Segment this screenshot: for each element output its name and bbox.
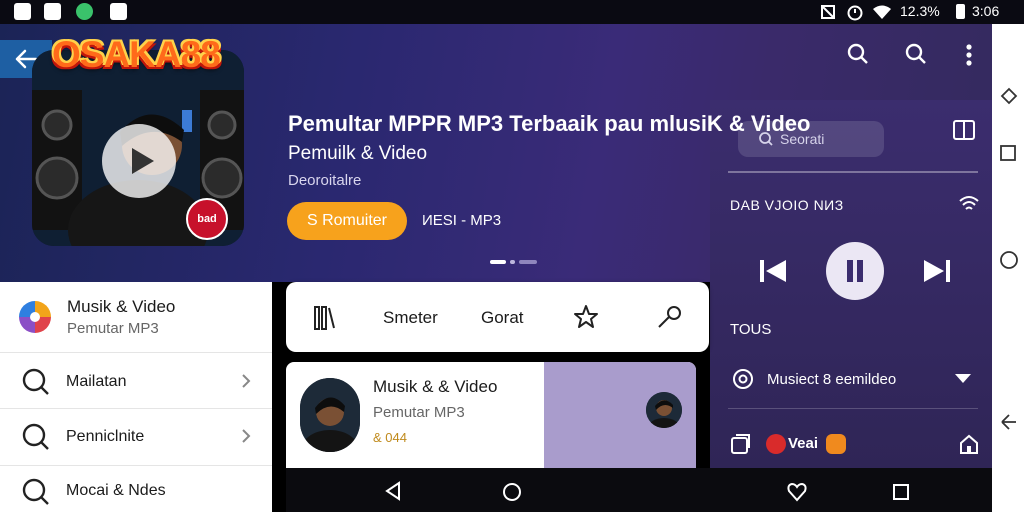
wifi-icon[interactable] <box>958 194 980 214</box>
drawer-item-label: Mailatan <box>66 373 127 390</box>
artist-photo <box>646 392 682 428</box>
square-icon[interactable] <box>892 483 910 501</box>
status-bar: 12.3% 3:06 <box>0 0 1024 24</box>
tab-smeter[interactable]: Smeter <box>383 308 438 328</box>
app-logo-icon <box>19 301 51 333</box>
wifi-status-icon <box>873 5 891 19</box>
carousel-dot[interactable] <box>519 260 537 264</box>
reward-label[interactable]: Veai <box>788 435 818 452</box>
skip-prev-icon[interactable] <box>756 256 790 286</box>
whatsapp-icon <box>76 3 93 20</box>
skip-next-icon[interactable] <box>920 256 954 286</box>
drawer-subtitle: Pemutar MP3 <box>67 320 159 337</box>
app-logo: OSAKA88 <box>52 34 221 75</box>
battery-icon <box>956 4 965 19</box>
app-notification-icon <box>110 3 127 20</box>
card-title: Musik & & Video <box>373 377 498 396</box>
play-button[interactable] <box>102 124 176 198</box>
heart-icon[interactable] <box>786 482 808 502</box>
artist-photo <box>300 378 360 452</box>
card-rating: & 044 <box>373 430 407 445</box>
key-icon[interactable] <box>656 304 684 330</box>
avatar <box>300 378 360 452</box>
avatar[interactable] <box>646 392 682 428</box>
chevron-right-icon <box>242 429 251 443</box>
app-developer: Deoroitalre <box>288 172 362 189</box>
search-input[interactable]: Seorati <box>738 121 884 157</box>
reward-badge-icon <box>826 434 846 454</box>
tab-gorat[interactable]: Gorat <box>481 308 524 328</box>
app-title: Pemultar MPPR MP3 Terbaaik pau mlusiK & … <box>288 111 811 136</box>
play-icon <box>132 148 154 174</box>
library-icon[interactable] <box>312 304 336 332</box>
tools-label: TOUS <box>730 321 772 338</box>
brand-badge: bad <box>186 198 228 240</box>
assist-icon[interactable] <box>999 86 1019 106</box>
app-subtitle: Pemuilk & Video <box>288 143 428 164</box>
chevron-right-icon <box>242 374 251 388</box>
home-icon[interactable] <box>958 433 980 455</box>
search-icon <box>759 132 773 146</box>
search-icon <box>22 368 49 395</box>
card-subtitle: Pemutar MP3 <box>373 404 465 421</box>
app-tagline: ИESI - MP3 <box>422 212 502 229</box>
clock: 3:06 <box>972 3 1000 19</box>
radio-option-label[interactable]: Musiect 8 eemildeo <box>767 371 896 388</box>
square-icon[interactable] <box>999 144 1017 162</box>
back-arrow-icon[interactable] <box>999 412 1019 432</box>
split-view-icon[interactable] <box>952 119 976 141</box>
circle-icon[interactable] <box>999 250 1019 270</box>
battery-percent: 12.3% <box>900 3 940 19</box>
star-icon[interactable] <box>573 304 599 330</box>
image-notification-icon <box>44 3 61 20</box>
triangle-back-icon[interactable] <box>384 481 402 501</box>
search-icon[interactable] <box>904 42 928 66</box>
more-vert-icon[interactable] <box>962 42 976 68</box>
drawer-item-label: Mocai & Ndes <box>66 482 166 499</box>
now-playing-label: DAB VJOIO NИЗ <box>730 197 844 213</box>
search-icon <box>22 423 49 450</box>
divider <box>728 408 978 409</box>
pause-button[interactable] <box>826 242 884 300</box>
drawer-item-label: Penniclnite <box>66 428 145 445</box>
pause-icon <box>847 260 863 282</box>
divider <box>728 171 978 173</box>
radio-icon <box>733 369 753 389</box>
search-icon <box>22 478 49 505</box>
drawer-title: Musik & Video <box>67 297 176 316</box>
install-button[interactable]: S Romuiter <box>287 202 407 240</box>
search-icon[interactable] <box>846 42 870 66</box>
carousel-dot-active[interactable] <box>490 260 506 264</box>
gift-icon <box>766 434 786 454</box>
search-placeholder: Seorati <box>780 131 825 147</box>
mute-icon <box>821 5 835 19</box>
carousel-dot[interactable] <box>510 260 515 264</box>
circle-icon[interactable] <box>502 482 522 502</box>
dropdown-icon[interactable] <box>954 373 972 385</box>
alarm-icon <box>847 5 863 21</box>
library-icon[interactable] <box>729 433 751 455</box>
notification-icon <box>14 3 31 20</box>
